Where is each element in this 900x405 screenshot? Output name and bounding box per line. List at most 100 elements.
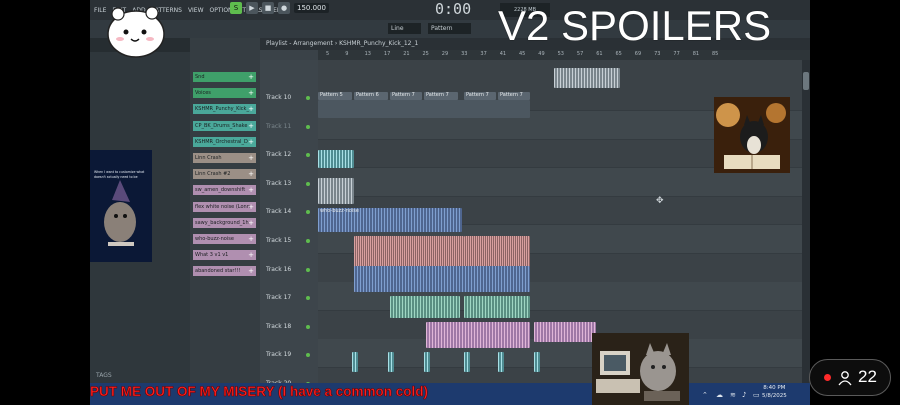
channel-button[interactable]: flex white noise (Lonn + [193,201,256,212]
channel-button[interactable]: sawy_background_1h + [193,217,256,228]
stop-icon[interactable]: ■ [262,2,274,14]
add-icon[interactable]: + [248,250,254,260]
channel-button[interactable]: who-buzz-noise + [193,234,256,244]
ruler-bar-number: 29 [441,51,449,57]
track-name[interactable]: Track 19 [266,351,291,358]
track-name[interactable]: Track 13 [266,180,291,187]
cat-reading-image [714,97,790,173]
pattern-song-toggle[interactable]: S [230,2,242,14]
playlist-clip[interactable] [534,352,540,372]
wifi-icon[interactable]: ≋ [730,391,736,399]
playlist-clip[interactable] [318,178,354,204]
track-mute-led[interactable] [306,124,310,129]
playlist-clip[interactable] [354,266,530,292]
playlist-clip[interactable] [424,352,430,372]
track-mute-led[interactable] [306,210,310,215]
track-mute-led[interactable] [306,153,310,158]
cat-computer-icon [592,333,689,405]
timeline-ruler[interactable]: 5 9 13 17 21 25 29 33 37 41 45 49 53 57 61 65 69 73 77 81 85 [318,50,810,60]
playlist-clip[interactable] [464,352,470,372]
track-mute-led[interactable] [306,324,310,329]
add-icon[interactable]: + [248,185,254,195]
channel-button[interactable]: Linn Crash + [193,153,256,163]
track-name[interactable]: Track 18 [266,323,291,330]
add-icon[interactable]: + [248,153,254,163]
battery-icon[interactable]: ▭ [753,391,760,399]
channel-button[interactable]: KSHMR_Punchy_Kick_ + [193,104,256,115]
cat-computer-image [592,333,689,405]
chevron-up-icon[interactable]: ⌃ [702,391,708,399]
playlist-clip[interactable]: Pattern 7 [464,92,496,100]
channel-button[interactable]: abandoned star!!! + [193,266,256,277]
playlist-clip[interactable] [318,150,354,168]
ruler-bar-number: 53 [557,51,564,57]
taskbar-clock[interactable]: 8:40 PM 5/8/2025 [762,384,787,400]
playlist-clip[interactable] [390,296,460,318]
channel-button[interactable]: CP_BK_Drums_Shake + [193,120,256,131]
add-icon[interactable]: + [248,218,254,228]
track-mute-led[interactable] [306,181,310,186]
channel-label: flex white noise (Lonn [195,203,250,210]
track-name[interactable]: Track 11 [266,123,291,130]
add-icon[interactable]: + [248,234,254,244]
track-name[interactable]: Track 10 [266,94,291,101]
channel-label: KSHMR_Orchestral_D [195,138,248,145]
add-icon[interactable]: + [248,88,254,98]
ruler-bar-number: 37 [480,51,487,57]
playlist-clip[interactable] [426,322,530,348]
clip-label: Pattern 7 [500,92,523,98]
channel-button[interactable]: Voices + [193,88,256,99]
track-mute-led[interactable] [306,267,310,272]
playlist-clip[interactable] [554,68,620,88]
add-icon[interactable]: + [248,72,254,82]
playlist-clip[interactable] [352,352,358,372]
add-icon[interactable]: + [248,137,254,147]
channel-button[interactable]: KSHMR_Orchestral_D + [193,136,256,147]
channel-button[interactable]: sw_amen_downshift + [193,185,256,196]
channel-label: Linn Crash #2 [195,171,231,178]
track-mute-led[interactable] [306,296,310,301]
track-mute-led[interactable] [306,96,310,100]
add-icon[interactable]: + [248,169,254,179]
channel-button[interactable]: Snd + [193,72,256,82]
playlist-clip[interactable]: who-buzz-noise [318,208,462,232]
playlist-clip[interactable]: Pattern 6 [354,92,388,100]
channel-button[interactable]: Linn Crash #2 + [193,169,256,180]
vertical-scrollbar[interactable] [802,60,810,383]
playlist-clip[interactable]: Pattern 5 [318,92,352,100]
track-mute-led[interactable] [306,239,310,243]
playlist-clip[interactable] [498,352,504,372]
track-name[interactable]: Track 16 [266,266,291,273]
ruler-bar-number: 45 [519,51,526,57]
tempo-display[interactable]: 150.000 [294,3,329,13]
playlist-clip[interactable] [464,296,530,318]
speaker-icon[interactable]: ♪ [742,391,746,399]
playlist-clip[interactable]: Pattern 7 [390,92,422,100]
pattern-select[interactable]: Pattern [428,23,471,34]
track-name[interactable]: Track 15 [266,237,291,244]
play-icon[interactable]: ▶ [246,2,258,14]
playlist-clip[interactable]: Pattern 7 [498,92,530,100]
playlist-clip[interactable]: Pattern 7 [424,92,458,100]
record-icon[interactable]: ● [278,2,290,14]
menu-view[interactable]: VIEW [188,7,204,14]
snap-select[interactable]: Line [388,23,421,34]
add-icon[interactable]: + [248,121,254,131]
track-name[interactable]: Track 14 [266,208,291,215]
playlist-clip[interactable] [534,322,596,342]
track-mute-led[interactable] [306,353,310,358]
playlist-clip[interactable] [318,100,530,118]
channel-button[interactable]: What 3 v1 v1 + [193,250,256,261]
scrollbar-thumb[interactable] [803,72,809,90]
add-icon[interactable]: + [248,202,254,212]
track-name[interactable]: Track 17 [266,294,291,301]
add-icon[interactable]: + [248,104,254,114]
playlist-clip[interactable] [388,352,394,372]
channel-label: who-buzz-noise [195,236,234,242]
cloud-icon[interactable]: ☁ [716,391,723,399]
channel-label: abandoned star!!! [195,268,241,275]
add-icon[interactable]: + [248,266,254,276]
live-viewer-badge[interactable]: 22 [809,359,891,396]
ruler-bar-number: 33 [461,51,468,57]
track-name[interactable]: Track 12 [266,151,291,158]
